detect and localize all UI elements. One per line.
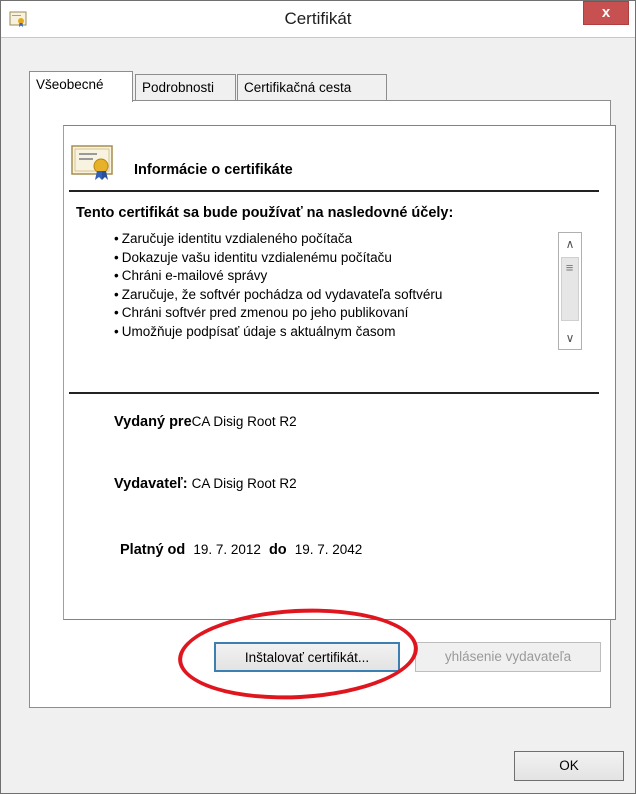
purposes-scrollbar[interactable]: ∧ ≡ ∨ <box>558 232 582 350</box>
issued-to-value: CA Disig Root R2 <box>191 414 297 429</box>
info-heading: Informácie o certifikáte <box>134 162 293 178</box>
grip-icon: ≡ <box>565 260 574 275</box>
purpose-item: Chráni e-mailové správy <box>114 267 442 286</box>
issuer-value: CA Disig Root R2 <box>191 476 297 491</box>
close-icon: x <box>601 4 611 21</box>
title-bar: Certifikát x <box>1 1 635 38</box>
scroll-up-icon[interactable]: ∧ <box>559 233 581 255</box>
close-button[interactable]: x <box>583 1 629 25</box>
certificate-window: Certifikát x Všeobecné Podrobnosti Certi… <box>0 0 636 794</box>
issued-to-label: Vydaný pre <box>114 414 192 430</box>
tab-general[interactable]: Všeobecné <box>29 71 133 102</box>
install-certificate-button[interactable]: Inštalovať certifikát... <box>214 642 400 672</box>
validity-row: Platný od 19. 7. 2012 do 19. 7. 2042 <box>120 542 362 558</box>
issuer-label: Vydavateľ: <box>114 476 188 492</box>
certificate-icon <box>71 145 113 180</box>
issuer-statement-button[interactable]: yhlásenie vydavateľa <box>415 642 601 672</box>
tab-certification-path[interactable]: Certifikačná cesta <box>237 74 387 100</box>
purpose-item: Zaručuje identitu vzdialeného počítača <box>114 230 442 249</box>
valid-to-label: do <box>268 542 287 558</box>
purposes-list: Zaručuje identitu vzdialeného počítača D… <box>114 230 443 342</box>
purpose-item: Zaručuje, že softvér pochádza od vydavat… <box>114 286 443 305</box>
issuer-row: Vydavateľ: CA Disig Root R2 <box>114 476 297 492</box>
purpose-item: Umožňuje podpísať údaje s aktuálnym časo… <box>114 323 442 342</box>
scroll-down-icon[interactable]: ∨ <box>559 327 581 349</box>
purposes-title: Tento certifikát sa bude používať na nas… <box>76 205 454 221</box>
purpose-item: Chráni softvér pred zmenou po jeho publi… <box>114 304 442 323</box>
purpose-item: Dokazuje vašu identitu vzdialenému počít… <box>114 249 442 268</box>
divider-bottom <box>69 392 599 394</box>
ok-button[interactable]: OK <box>514 751 624 781</box>
valid-from-value: 19. 7. 2012 <box>193 542 261 557</box>
valid-from-label: Platný od <box>120 542 186 558</box>
issued-to-row: Vydaný preCA Disig Root R2 <box>114 414 297 430</box>
window-title: Certifikát <box>284 9 352 28</box>
divider-top <box>69 190 599 192</box>
certificate-info-box: Informácie o certifikáte Tento certifiká… <box>63 125 616 620</box>
valid-to-value: 19. 7. 2042 <box>294 542 363 557</box>
tab-details[interactable]: Podrobnosti <box>135 74 236 100</box>
